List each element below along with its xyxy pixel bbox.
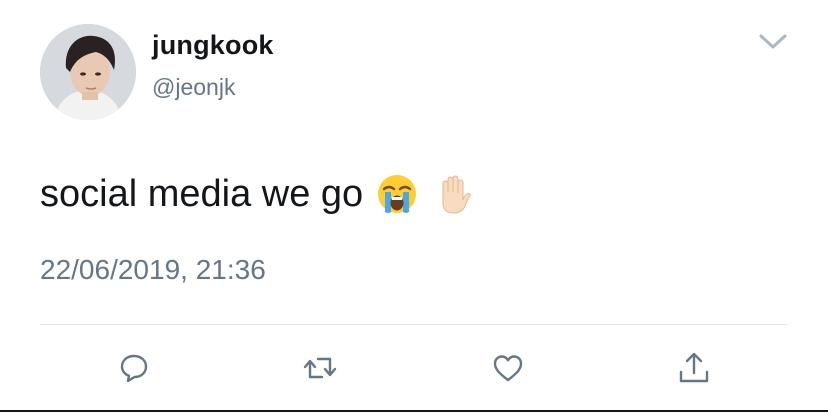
retweet-icon: [303, 357, 337, 379]
avatar[interactable]: [40, 24, 136, 120]
handle[interactable]: @jeonjk: [152, 74, 235, 101]
tweet-card: jungkook @jeonjk social media we go 22/0: [0, 0, 828, 417]
bottom-edge: [0, 410, 828, 417]
chevron-down-icon: [759, 34, 787, 49]
divider: [40, 324, 788, 325]
heart-icon: [493, 355, 523, 382]
comment-icon: [120, 354, 148, 383]
like-button[interactable]: [490, 350, 526, 386]
raised-hand-icon: [431, 172, 475, 216]
display-name[interactable]: jungkook: [152, 30, 274, 61]
loudly-crying-face-icon: [375, 172, 419, 216]
tweet-menu-button[interactable]: [756, 28, 790, 54]
tweet-text: social media we go: [40, 172, 475, 216]
retweet-button[interactable]: [302, 350, 338, 386]
tweet-text-content: social media we go: [40, 172, 364, 215]
tweet-timestamp[interactable]: 22/06/2019, 21:36: [40, 254, 266, 286]
share-icon: [679, 352, 709, 383]
share-button[interactable]: [676, 350, 712, 386]
reply-button[interactable]: [116, 350, 152, 386]
profile-photo-icon: [40, 24, 136, 120]
